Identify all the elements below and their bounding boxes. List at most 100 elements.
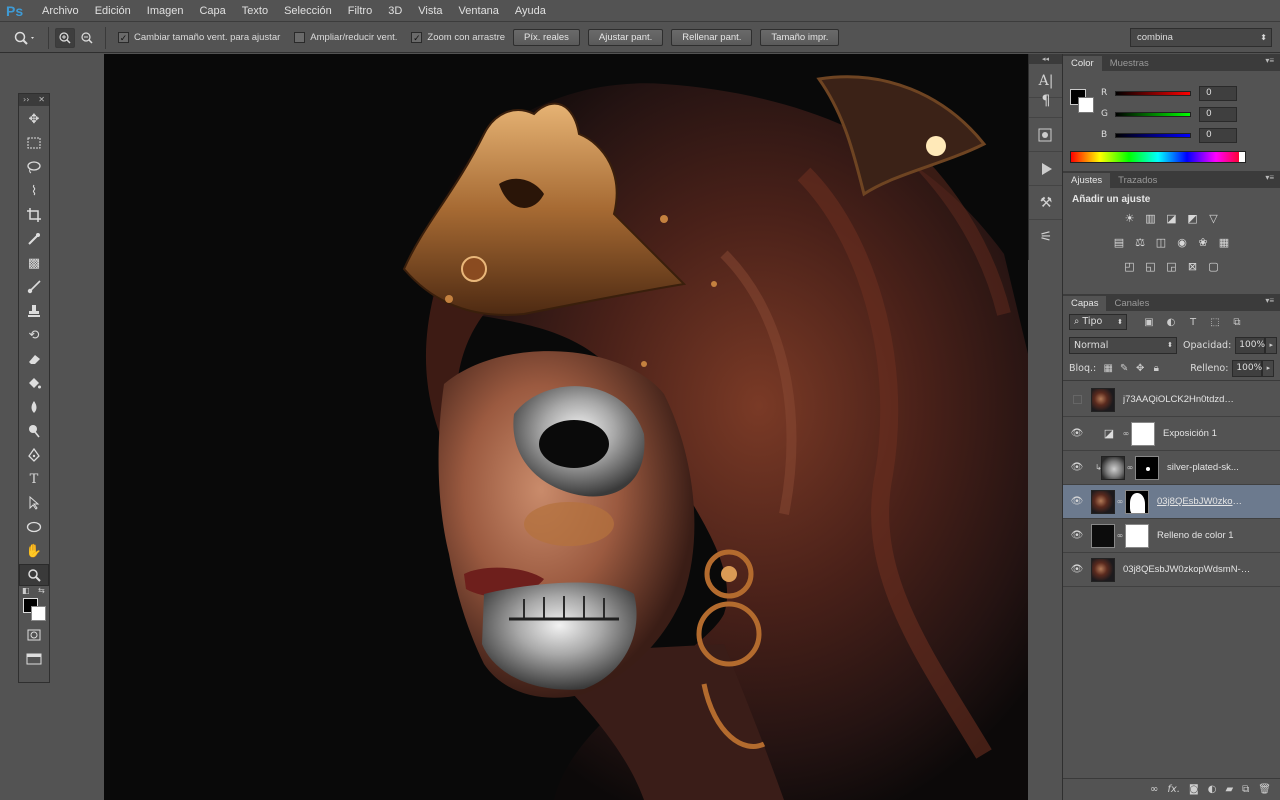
opacity-input[interactable]: 100% <box>1235 336 1266 354</box>
eraser-tool[interactable] <box>19 348 49 370</box>
new-layer-icon[interactable]: ⧉ <box>1242 784 1249 795</box>
menu-imagen[interactable]: Imagen <box>139 0 192 22</box>
menu-ventana[interactable]: Ventana <box>451 0 507 22</box>
blue-value-input[interactable]: 0 <box>1199 127 1237 143</box>
levels-icon[interactable]: ▥ <box>1143 211 1158 225</box>
photo-filter-icon[interactable]: ◉ <box>1175 235 1190 249</box>
layer-style-icon[interactable]: fx. <box>1167 784 1180 795</box>
layer-mask-thumbnail[interactable] <box>1131 421 1155 446</box>
visibility-toggle[interactable] <box>1063 383 1091 417</box>
spectrum-white[interactable] <box>1239 152 1245 162</box>
color-spectrum-bar[interactable] <box>1070 151 1246 163</box>
paragraph-panel-button[interactable]: ¶ <box>1029 84 1063 118</box>
layer-row[interactable]: 👁︎ 03j8QEsbJW0zkopWdsmN--1... <box>1063 553 1280 587</box>
ellipse-tool[interactable] <box>19 516 49 538</box>
workspace-select[interactable]: combina ⬍ <box>1130 28 1272 47</box>
link-icon[interactable]: ∞ <box>1121 429 1131 438</box>
clone-stamp-tool[interactable] <box>19 300 49 322</box>
dodge-tool[interactable] <box>19 420 49 442</box>
screen-mode-button[interactable] <box>19 648 49 670</box>
menu-archivo[interactable]: Archivo <box>34 0 87 22</box>
fill-input[interactable]: 100% <box>1232 360 1263 377</box>
tab-canales[interactable]: Canales <box>1106 296 1157 311</box>
color-balance-icon[interactable]: ⚖ <box>1133 235 1148 249</box>
layer-mask-thumbnail[interactable] <box>1125 489 1149 514</box>
zoom-out-button[interactable] <box>77 28 97 48</box>
menu-filtro[interactable]: Filtro <box>340 0 380 22</box>
menu-ayuda[interactable]: Ayuda <box>507 0 554 22</box>
hue-saturation-icon[interactable]: ▤ <box>1112 235 1127 249</box>
zoom-in-button[interactable] <box>55 27 75 48</box>
resize-windows-checkbox[interactable]: ✓ Cambiar tamaño vent. para ajustar <box>118 32 280 43</box>
black-white-icon[interactable]: ◫ <box>1154 235 1169 249</box>
fill-screen-button[interactable]: Rellenar pant. <box>671 29 753 46</box>
marquee-tool[interactable] <box>19 132 49 154</box>
tools-panel-header[interactable]: ›› ✕ <box>19 94 49 106</box>
curves-icon[interactable]: ◪ <box>1164 211 1179 225</box>
filter-type-icon[interactable]: T <box>1185 314 1201 330</box>
layer-kind-select[interactable]: ⌕ Tipo ⬍ <box>1069 314 1127 330</box>
layer-row[interactable]: 👁︎ ◪ ∞ Exposición 1 <box>1063 417 1280 451</box>
posterize-icon[interactable]: ◱ <box>1143 259 1158 273</box>
panel-menu-icon[interactable]: ▾≡ <box>1265 296 1274 305</box>
red-slider[interactable] <box>1115 90 1191 96</box>
fill-dropdown-icon[interactable]: ▸ <box>1262 360 1275 377</box>
new-adjustment-layer-icon[interactable]: ◐ <box>1208 784 1217 795</box>
visibility-toggle[interactable]: 👁︎ <box>1063 553 1091 587</box>
pen-tool[interactable] <box>19 444 49 466</box>
tab-muestras[interactable]: Muestras <box>1102 56 1157 71</box>
channel-mixer-icon[interactable]: ❀ <box>1196 235 1211 249</box>
menu-3d[interactable]: 3D <box>380 0 410 22</box>
tab-capas[interactable]: Capas <box>1063 296 1107 311</box>
filter-shape-icon[interactable]: ⬚ <box>1207 314 1223 330</box>
paint-bucket-tool[interactable] <box>19 372 49 394</box>
menu-vista[interactable]: Vista <box>410 0 450 22</box>
layer-mask-thumbnail[interactable] <box>1135 455 1159 480</box>
color-background-swatch[interactable] <box>1078 97 1094 113</box>
collapse-icon[interactable]: ›› <box>23 94 29 106</box>
close-icon[interactable]: ✕ <box>38 94 45 106</box>
link-layers-icon[interactable]: ∞ <box>1150 784 1158 795</box>
layer-name[interactable]: silver-plated-sk... <box>1167 462 1243 473</box>
layer-name[interactable]: j73AAQiOLCK2Hn0tdzd5--1--... <box>1123 394 1235 405</box>
red-value-input[interactable]: 0 <box>1199 85 1237 101</box>
blend-mode-select[interactable]: Normal ⬍ <box>1069 336 1177 354</box>
panel-menu-icon[interactable]: ▾≡ <box>1265 56 1274 65</box>
crop-tool[interactable] <box>19 204 49 226</box>
exposure-icon[interactable]: ◩ <box>1185 211 1200 225</box>
gradient-map-icon[interactable]: ⊠ <box>1185 259 1200 273</box>
link-icon[interactable]: ∞ <box>1125 463 1135 472</box>
lasso-tool[interactable] <box>19 156 49 178</box>
visibility-toggle[interactable]: 👁︎ <box>1063 485 1091 519</box>
green-slider[interactable] <box>1115 111 1191 117</box>
visibility-toggle[interactable]: 👁︎ <box>1063 451 1091 485</box>
threshold-icon[interactable]: ◲ <box>1164 259 1179 273</box>
panel-menu-icon[interactable]: ▾≡ <box>1265 173 1274 182</box>
filter-pixel-icon[interactable]: ▣ <box>1141 314 1157 330</box>
lock-transparent-icon[interactable]: ▦ <box>1100 363 1116 374</box>
layer-row[interactable]: 👁︎ ∞ Relleno de color 1 <box>1063 519 1280 553</box>
filter-smart-object-icon[interactable]: ⧉ <box>1229 314 1245 330</box>
green-value-input[interactable]: 0 <box>1199 106 1237 122</box>
layer-mask-thumbnail[interactable] <box>1125 523 1149 548</box>
blue-slider[interactable] <box>1115 132 1191 138</box>
menu-edicion[interactable]: Edición <box>87 0 139 22</box>
move-tool[interactable]: ✥ <box>19 108 49 130</box>
quick-mask-button[interactable] <box>19 624 49 646</box>
layer-name[interactable]: 03j8QEsbJW0zkopWdsmN--1... <box>1123 564 1251 575</box>
healing-brush-tool[interactable]: ▩ <box>19 252 49 274</box>
add-mask-icon[interactable]: ◙ <box>1189 784 1199 795</box>
brush-tool[interactable] <box>19 276 49 298</box>
visibility-toggle[interactable]: 👁︎ <box>1063 417 1091 451</box>
hand-tool[interactable]: ✋ <box>19 540 49 562</box>
menu-seleccion[interactable]: Selección <box>276 0 340 22</box>
brightness-icon[interactable]: ☀ <box>1122 211 1137 225</box>
actions-panel-button[interactable] <box>1029 152 1063 186</box>
tool-presets-button[interactable]: ⚒ <box>1029 186 1063 220</box>
link-icon[interactable]: ∞ <box>1115 497 1125 506</box>
layer-row[interactable]: j73AAQiOLCK2Hn0tdzd5--1--... <box>1063 383 1280 417</box>
default-colors-icon[interactable]: ◧ <box>22 586 30 595</box>
actual-pixels-button[interactable]: Píx. reales <box>513 29 580 46</box>
opacity-dropdown-icon[interactable]: ▸ <box>1265 336 1278 354</box>
blur-tool[interactable] <box>19 396 49 418</box>
